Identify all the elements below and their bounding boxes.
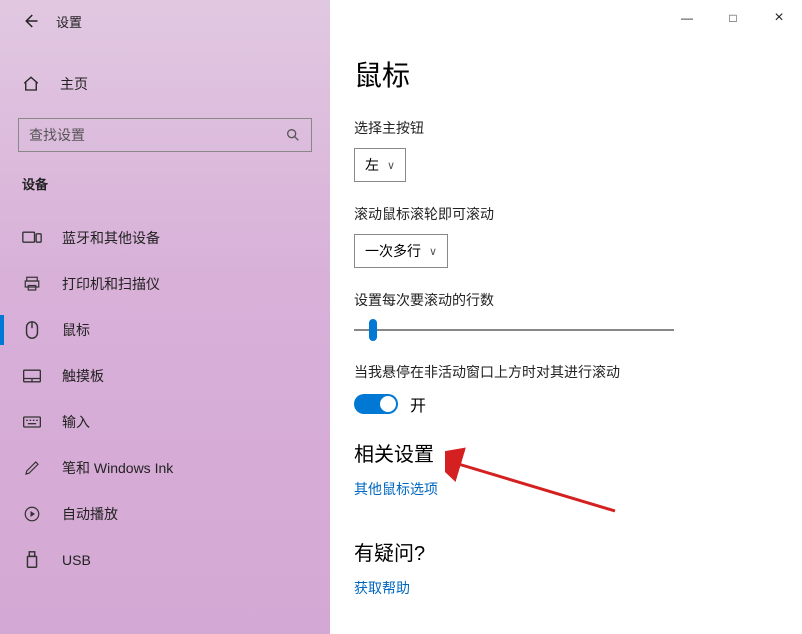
get-help-link[interactable]: 获取帮助 <box>354 578 410 598</box>
sidebar-section-title: 设备 <box>0 152 330 201</box>
toggle-knob <box>380 396 396 412</box>
sidebar-item-touchpad[interactable]: 触摸板 <box>0 353 330 399</box>
sidebar-item-autoplay[interactable]: 自动播放 <box>0 491 330 537</box>
keyboard-icon <box>22 412 42 432</box>
maximize-icon: □ <box>729 11 736 25</box>
chevron-down-icon: ∨ <box>429 245 437 258</box>
arrow-left-icon <box>21 12 39 30</box>
devices-icon <box>22 228 42 248</box>
home-icon <box>22 75 40 93</box>
minimize-button[interactable]: — <box>664 3 710 33</box>
sidebar-item-mouse[interactable]: 鼠标 <box>0 307 330 353</box>
nav-label: 鼠标 <box>62 320 90 340</box>
nav-label: 打印机和扫描仪 <box>62 274 160 294</box>
nav-label: 触摸板 <box>62 366 104 386</box>
primary-button-select[interactable]: 左 ∨ <box>354 148 406 182</box>
home-label: 主页 <box>60 74 88 94</box>
nav-label: USB <box>62 552 91 568</box>
additional-mouse-options-link[interactable]: 其他鼠标选项 <box>354 479 438 499</box>
maximize-button[interactable]: □ <box>710 3 756 33</box>
back-button[interactable] <box>18 9 42 33</box>
search-input[interactable] <box>29 127 285 143</box>
sidebar-item-usb[interactable]: USB <box>0 537 330 583</box>
chevron-down-icon: ∨ <box>387 159 395 172</box>
nav-label: 自动播放 <box>62 504 118 524</box>
printer-icon <box>22 274 42 294</box>
mouse-icon <box>22 320 42 340</box>
sidebar-item-bluetooth[interactable]: 蓝牙和其他设备 <box>0 215 330 261</box>
inactive-window-label: 当我悬停在非活动窗口上方时对其进行滚动 <box>354 362 778 382</box>
autoplay-icon <box>22 504 42 524</box>
primary-button-label: 选择主按钮 <box>354 118 778 138</box>
nav-label: 笔和 Windows Ink <box>62 458 173 478</box>
page-title: 鼠标 <box>354 54 778 94</box>
minimize-icon: — <box>681 11 693 25</box>
usb-icon <box>22 550 42 570</box>
search-box[interactable] <box>18 118 312 152</box>
sidebar-item-printers[interactable]: 打印机和扫描仪 <box>0 261 330 307</box>
sidebar-home[interactable]: 主页 <box>0 62 330 106</box>
app-title: 设置 <box>56 12 82 31</box>
lines-label: 设置每次要滚动的行数 <box>354 290 778 310</box>
select-value: 一次多行 <box>365 241 421 261</box>
pen-icon <box>22 458 42 478</box>
search-icon <box>285 127 301 143</box>
scroll-wheel-select[interactable]: 一次多行 ∨ <box>354 234 448 268</box>
question-heading: 有疑问? <box>354 537 778 566</box>
nav-label: 输入 <box>62 412 90 432</box>
select-value: 左 <box>365 155 379 175</box>
touchpad-icon <box>22 366 42 386</box>
lines-slider[interactable] <box>354 320 674 340</box>
inactive-window-toggle[interactable] <box>354 394 398 414</box>
slider-thumb[interactable] <box>369 319 377 341</box>
nav-label: 蓝牙和其他设备 <box>62 228 160 248</box>
close-icon: × <box>774 9 783 27</box>
related-settings-heading: 相关设置 <box>354 438 778 467</box>
slider-track <box>354 329 674 331</box>
sidebar-item-pen[interactable]: 笔和 Windows Ink <box>0 445 330 491</box>
scroll-wheel-label: 滚动鼠标滚轮即可滚动 <box>354 204 778 224</box>
sidebar-item-typing[interactable]: 输入 <box>0 399 330 445</box>
close-button[interactable]: × <box>756 3 802 33</box>
toggle-state: 开 <box>410 392 426 416</box>
